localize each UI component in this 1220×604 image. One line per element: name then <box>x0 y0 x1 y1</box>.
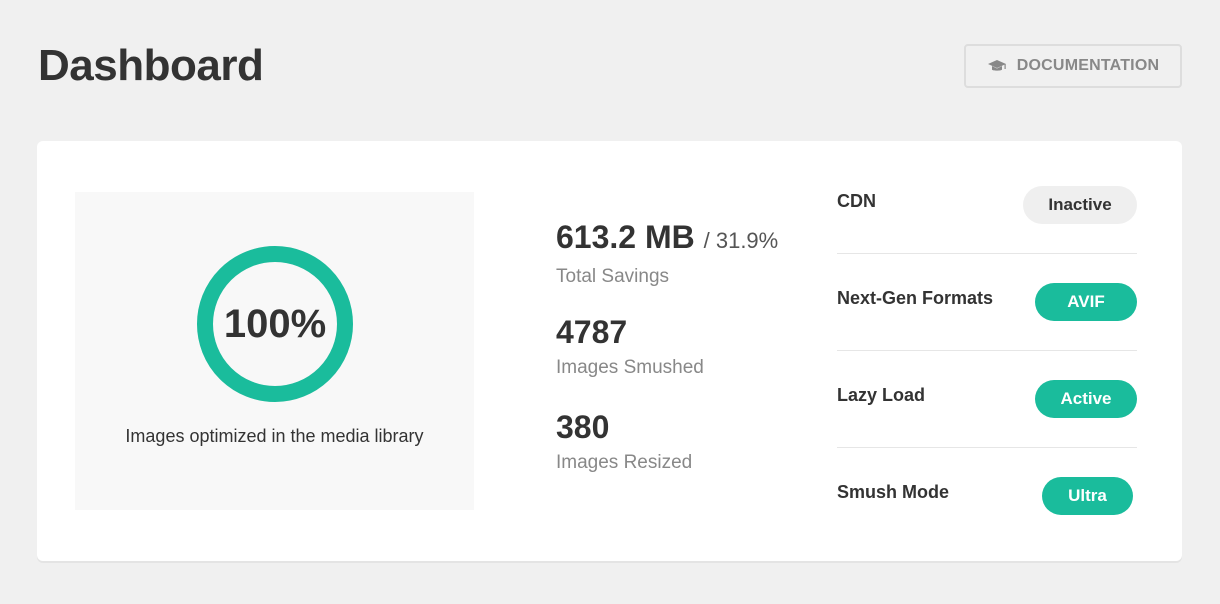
score-caption: Images optimized in the media library <box>125 426 424 446</box>
cdn-label: CDN <box>837 191 876 211</box>
setting-row-smush-mode: Smush Mode Ultra <box>837 448 1137 545</box>
lazy-load-status-badge[interactable]: Active <box>1035 380 1137 418</box>
next-gen-formats-label: Next-Gen Formats <box>837 288 994 308</box>
page-title: Dashboard <box>38 41 264 90</box>
total-savings-percent: / 31.9% <box>703 228 779 253</box>
setting-row-cdn: CDN Inactive <box>837 157 1137 254</box>
images-resized-value: 380 <box>556 409 610 445</box>
settings-list: CDN Inactive Next-Gen Formats AVIF Lazy … <box>837 157 1137 545</box>
summary-card: 100% Images optimized in the media libra… <box>37 141 1182 561</box>
score-value: 100% <box>223 301 327 346</box>
lazy-load-label: Lazy Load <box>837 385 926 405</box>
next-gen-formats-status-badge[interactable]: AVIF <box>1035 283 1137 321</box>
documentation-button[interactable]: DOCUMENTATION <box>964 44 1182 88</box>
setting-row-lazy-load: Lazy Load Active <box>837 351 1137 448</box>
total-savings-label: Total Savings <box>556 266 670 287</box>
smush-mode-status-badge[interactable]: Ultra <box>1042 477 1133 515</box>
stat-images-smushed: 4787 Images Smushed <box>556 310 816 405</box>
graduation-cap-icon <box>987 58 1007 74</box>
images-resized-label: Images Resized <box>556 452 693 473</box>
cdn-status-badge[interactable]: Inactive <box>1023 186 1137 224</box>
setting-row-next-gen-formats: Next-Gen Formats AVIF <box>837 254 1137 351</box>
stat-images-resized: 380 Images Resized <box>556 405 816 500</box>
stats-column: 613.2 MB / 31.9% Total Savings 4787 Imag… <box>556 215 816 500</box>
documentation-label: DOCUMENTATION <box>1016 57 1160 74</box>
page-header: Dashboard DOCUMENTATION <box>38 42 1182 90</box>
total-savings-value: 613.2 MB <box>556 219 695 255</box>
smush-mode-label: Smush Mode <box>837 482 950 502</box>
images-smushed-value: 4787 <box>556 314 628 350</box>
optimization-score-panel: 100% Images optimized in the media libra… <box>75 192 474 510</box>
stat-total-savings: 613.2 MB / 31.9% Total Savings <box>556 215 816 310</box>
images-smushed-label: Images Smushed <box>556 357 704 378</box>
